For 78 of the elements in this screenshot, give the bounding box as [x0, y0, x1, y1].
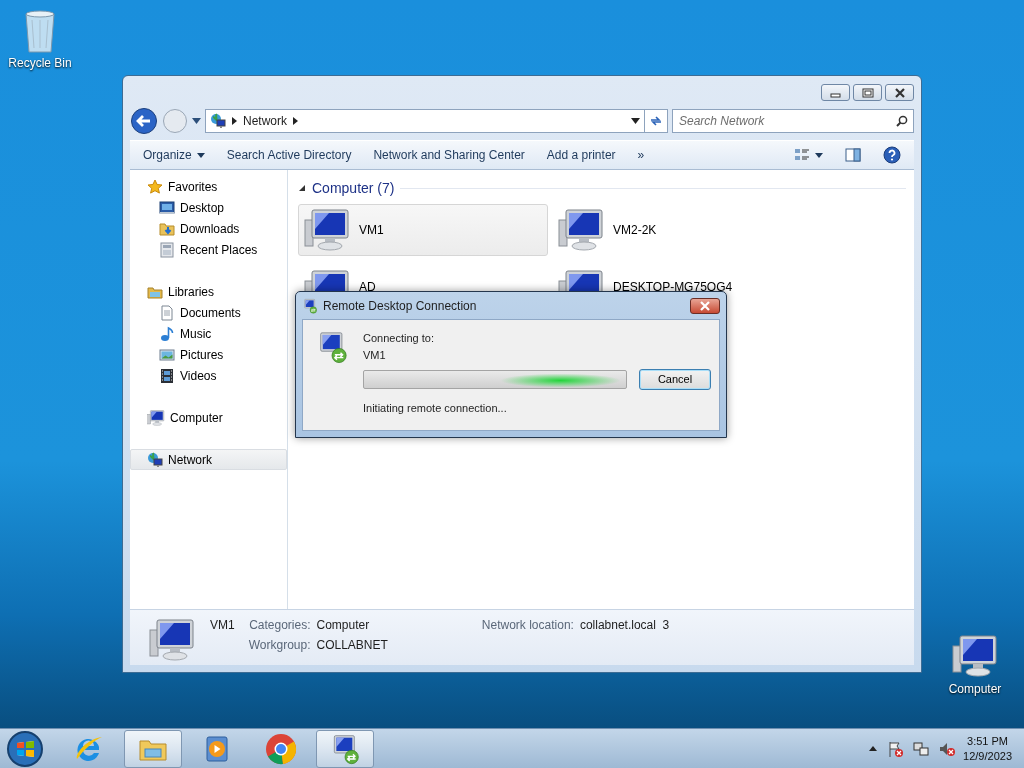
media-player-icon: [203, 734, 231, 763]
nav-item[interactable]: Videos: [130, 365, 287, 386]
toolbar-button[interactable]: Network and Sharing Center: [366, 144, 532, 166]
search-icon: [896, 115, 908, 127]
close-icon: [699, 300, 711, 311]
show-hidden-icons-button[interactable]: [869, 746, 878, 751]
nav-item[interactable]: Recent Places: [130, 239, 287, 260]
details-label: Workgroup:: [248, 637, 311, 654]
nav-item[interactable]: Documents: [130, 302, 287, 323]
remote-desktop-icon: [302, 297, 318, 314]
desktop-icon-label[interactable]: Computer: [935, 680, 1015, 698]
device-item[interactable]: VM2-2K: [552, 204, 802, 256]
action-center-flag-icon[interactable]: [887, 740, 904, 757]
folder-icon: [159, 220, 175, 237]
dialog-title: Remote Desktop Connection: [323, 297, 477, 315]
clock-date[interactable]: 12/9/2023: [963, 748, 1012, 764]
nav-item[interactable]: Pictures: [130, 344, 287, 365]
computer-icon: [557, 206, 605, 254]
computer-icon: [303, 206, 351, 254]
nav-item[interactable]: Favorites: [130, 176, 287, 197]
taskbar-app[interactable]: [316, 729, 374, 768]
music-note-icon: [159, 325, 175, 342]
toolbar-button[interactable]: Add a printer: [539, 144, 623, 166]
network-icon[interactable]: [913, 740, 930, 757]
nav-item[interactable]: Downloads: [130, 218, 287, 239]
nav-item[interactable]: Desktop: [130, 197, 287, 218]
network-icon: [210, 113, 226, 129]
toolbar-button[interactable]: Organize: [136, 144, 212, 166]
close-button[interactable]: [885, 84, 914, 101]
close-icon: [893, 87, 906, 98]
document-icon: [159, 304, 175, 321]
nav-item[interactable]: Music: [130, 323, 287, 344]
details-value: collabnet.local 3: [579, 617, 670, 634]
details-label: Categories:: [248, 617, 311, 634]
refresh-icon: [649, 114, 663, 128]
group-header[interactable]: Computer (7): [312, 177, 395, 199]
search-field[interactable]: Search Network: [672, 109, 914, 133]
nav-item[interactable]: Computer: [130, 407, 287, 428]
address-bar[interactable]: Network: [205, 109, 645, 133]
network-icon: [147, 451, 163, 468]
film-icon: [159, 367, 175, 384]
recent-places-icon: [159, 241, 175, 258]
connection-target: VM1: [363, 347, 387, 363]
nav-item[interactable]: Libraries: [130, 281, 287, 302]
details-value: COLLABNET: [316, 637, 388, 654]
cancel-button[interactable]: Cancel: [639, 369, 711, 390]
computer-icon: [557, 267, 605, 291]
caret-icon: [815, 152, 823, 158]
device-item[interactable]: VM1: [298, 204, 548, 256]
computer-icon: [951, 632, 999, 680]
clock-time[interactable]: 3:51 PM: [963, 733, 1012, 749]
history-dropdown[interactable]: [192, 118, 201, 124]
view-icon: [794, 147, 810, 163]
toolbar-button[interactable]: Search Active Directory: [219, 144, 359, 166]
status-text: Initiating remote connection...: [363, 401, 508, 416]
nav-item[interactable]: Network: [130, 449, 287, 470]
breadcrumb-arrow-icon: [293, 117, 298, 125]
pane-icon: [845, 147, 861, 163]
details-label: Network location:: [481, 617, 574, 634]
desktop-icon: [159, 199, 175, 216]
close-button[interactable]: [690, 297, 720, 314]
help-icon: [883, 146, 901, 164]
details-value: Computer: [316, 617, 371, 634]
connecting-label: Connecting to:: [363, 331, 435, 346]
computer-icon: [303, 267, 351, 291]
more-button[interactable]: »: [630, 144, 652, 166]
restore-icon: [861, 87, 874, 98]
breadcrumb[interactable]: Network: [243, 112, 287, 130]
breadcrumb-arrow-icon: [232, 117, 237, 125]
star-icon: [147, 178, 163, 195]
minimize-button[interactable]: [821, 84, 850, 101]
refresh-button[interactable]: [644, 109, 668, 133]
back-button[interactable]: [130, 107, 158, 135]
computer-icon: [147, 408, 165, 427]
chrome-icon: [265, 732, 297, 765]
pictures-icon: [159, 346, 175, 363]
details-name: VM1: [210, 617, 235, 634]
dropdown-arrow-icon: [631, 118, 640, 124]
